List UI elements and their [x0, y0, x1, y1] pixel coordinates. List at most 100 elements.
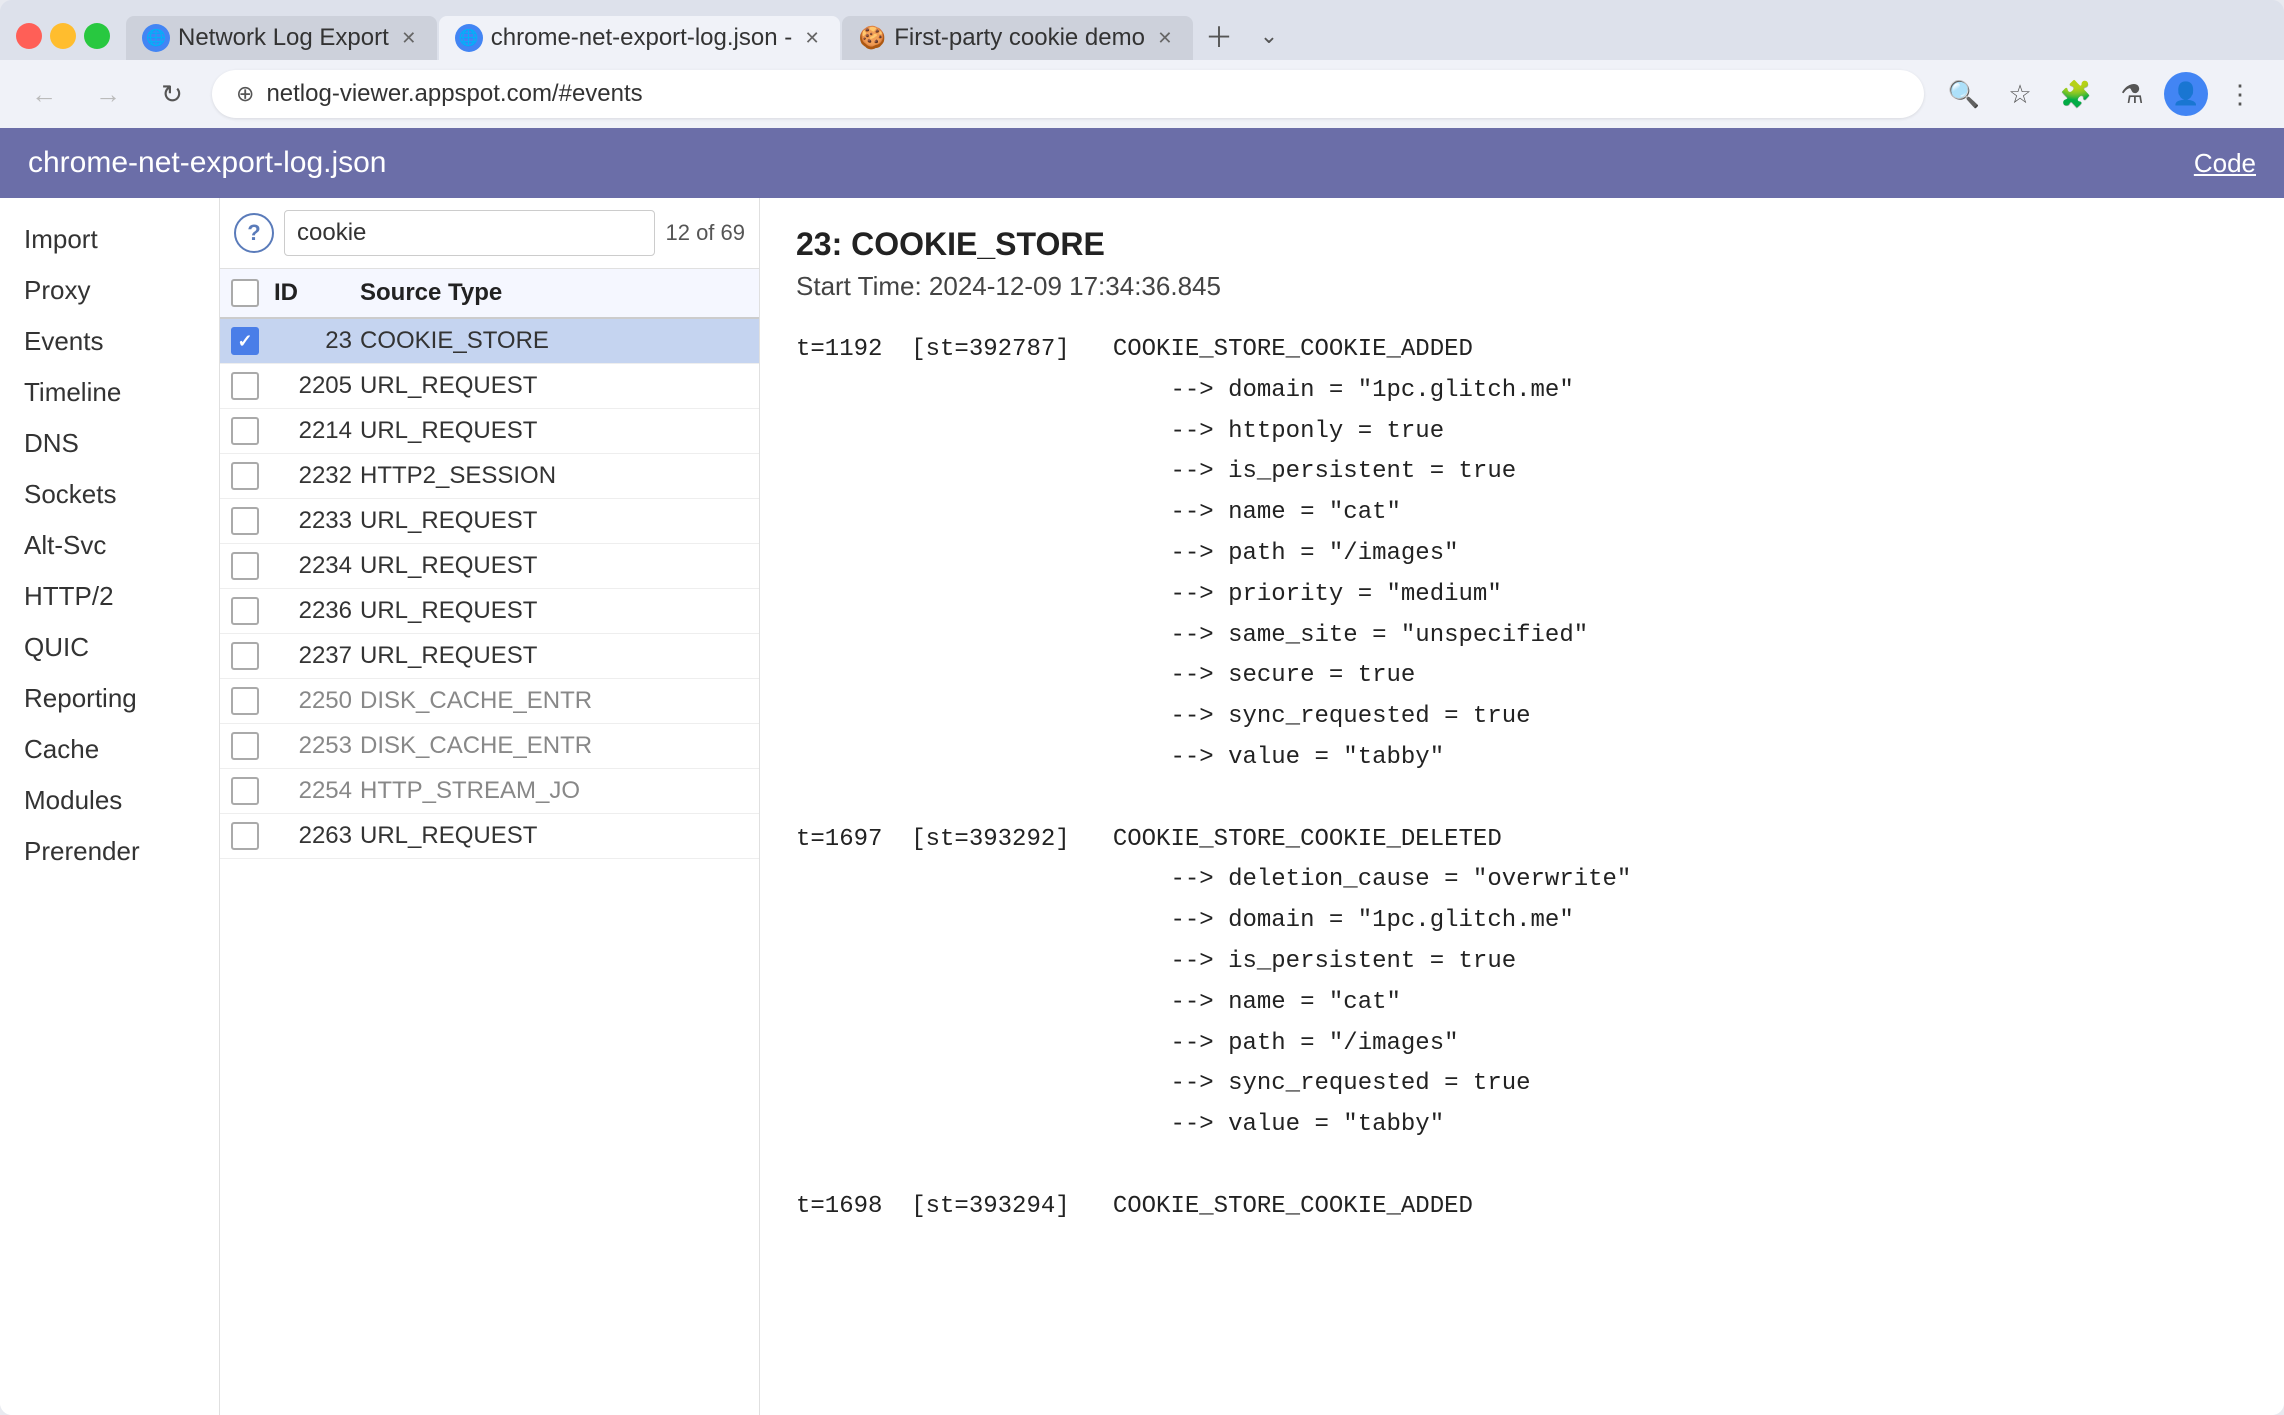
- search-icon[interactable]: 🔍: [1940, 70, 1988, 118]
- row4-check[interactable]: [220, 462, 270, 490]
- row9-checkbox[interactable]: [231, 687, 259, 715]
- select-all-checkbox[interactable]: [231, 279, 259, 307]
- tab3-close[interactable]: ✕: [1153, 26, 1177, 50]
- th-source-type: Source Type: [360, 279, 759, 307]
- close-button[interactable]: [16, 23, 42, 49]
- browser-window: 🌐 Network Log Export ✕ 🌐 chrome-net-expo…: [0, 0, 2284, 1415]
- row7-check[interactable]: [220, 597, 270, 625]
- sidebar-item-import[interactable]: Import: [0, 214, 219, 265]
- row10-checkbox[interactable]: [231, 732, 259, 760]
- row5-id: 2233: [270, 507, 360, 535]
- row6-checkbox[interactable]: [231, 552, 259, 580]
- row2-id: 2205: [270, 372, 360, 400]
- maximize-button[interactable]: [84, 23, 110, 49]
- row2-checkbox[interactable]: [231, 372, 259, 400]
- table-row[interactable]: 2253 DISK_CACHE_ENTR: [220, 724, 759, 769]
- sidebar: Import Proxy Events Timeline DNS Sockets…: [0, 198, 220, 1415]
- row8-check[interactable]: [220, 642, 270, 670]
- row10-source: DISK_CACHE_ENTR: [360, 732, 700, 760]
- traffic-lights: [16, 23, 110, 49]
- table-row[interactable]: 2236 URL_REQUEST: [220, 589, 759, 634]
- extension-icon[interactable]: 🧩: [2052, 70, 2100, 118]
- sidebar-item-prerender[interactable]: Prerender: [0, 826, 219, 877]
- bookmark-icon[interactable]: ☆: [1996, 70, 2044, 118]
- row3-check[interactable]: [220, 417, 270, 445]
- row11-check[interactable]: [220, 777, 270, 805]
- back-button[interactable]: ←: [20, 70, 68, 118]
- events-table: ID Source Type 23 COOKIE_STORE: [220, 269, 759, 1415]
- sidebar-item-quic[interactable]: QUIC: [0, 622, 219, 673]
- sidebar-item-modules[interactable]: Modules: [0, 775, 219, 826]
- tab3-favicon: 🍪: [858, 24, 886, 52]
- row9-check[interactable]: [220, 687, 270, 715]
- profile-avatar[interactable]: 👤: [2164, 72, 2208, 116]
- tab1-close[interactable]: ✕: [397, 26, 421, 50]
- row12-source: URL_REQUEST: [360, 822, 700, 850]
- sidebar-item-alt-svc[interactable]: Alt-Svc: [0, 520, 219, 571]
- sidebar-item-reporting[interactable]: Reporting: [0, 673, 219, 724]
- filter-row: ? 12 of 69: [220, 198, 759, 269]
- row12-checkbox[interactable]: [231, 822, 259, 850]
- new-tab-button[interactable]: ＋: [1195, 12, 1243, 60]
- row4-checkbox[interactable]: [231, 462, 259, 490]
- sidebar-item-cache[interactable]: Cache: [0, 724, 219, 775]
- row2-check[interactable]: [220, 372, 270, 400]
- code-link[interactable]: Code: [2194, 148, 2256, 179]
- sidebar-item-timeline[interactable]: Timeline: [0, 367, 219, 418]
- tabs-dropdown-button[interactable]: ⌄: [1245, 12, 1293, 60]
- reload-button[interactable]: ↻: [148, 70, 196, 118]
- row8-source: URL_REQUEST: [360, 642, 700, 670]
- row6-check[interactable]: [220, 552, 270, 580]
- row1-check[interactable]: [220, 327, 270, 355]
- table-row[interactable]: 23 COOKIE_STORE: [220, 319, 759, 364]
- filter-input[interactable]: [284, 210, 655, 256]
- row11-checkbox[interactable]: [231, 777, 259, 805]
- toolbar-icons: 🔍 ☆ 🧩 ⚗ 👤 ⋮: [1940, 70, 2264, 118]
- table-row[interactable]: 2205 URL_REQUEST: [220, 364, 759, 409]
- lab-icon[interactable]: ⚗: [2108, 70, 2156, 118]
- app-content: chrome-net-export-log.json Code Import P…: [0, 128, 2284, 1415]
- row3-checkbox[interactable]: [231, 417, 259, 445]
- tab-chrome-net-export[interactable]: 🌐 chrome-net-export-log.json - ✕: [439, 16, 840, 60]
- table-row[interactable]: 2254 HTTP_STREAM_JO: [220, 769, 759, 814]
- row5-checkbox[interactable]: [231, 507, 259, 535]
- tab-first-party-cookie[interactable]: 🍪 First-party cookie demo ✕: [842, 16, 1193, 60]
- table-row[interactable]: 2250 DISK_CACHE_ENTR: [220, 679, 759, 724]
- address-bar: ← → ↻ ⊕ netlog-viewer.appspot.com/#event…: [0, 60, 2284, 128]
- minimize-button[interactable]: [50, 23, 76, 49]
- sidebar-item-http2[interactable]: HTTP/2: [0, 571, 219, 622]
- table-row[interactable]: 2234 URL_REQUEST: [220, 544, 759, 589]
- sidebar-item-sockets[interactable]: Sockets: [0, 469, 219, 520]
- row10-check[interactable]: [220, 732, 270, 760]
- sidebar-item-proxy[interactable]: Proxy: [0, 265, 219, 316]
- row3-id: 2214: [270, 417, 360, 445]
- th-id: ID: [270, 279, 360, 307]
- table-row[interactable]: 2237 URL_REQUEST: [220, 634, 759, 679]
- address-bar-input[interactable]: ⊕ netlog-viewer.appspot.com/#events: [212, 70, 1924, 118]
- help-button[interactable]: ?: [234, 213, 274, 253]
- filter-count: 12 of 69: [665, 220, 745, 246]
- tab2-close[interactable]: ✕: [800, 26, 824, 50]
- row5-check[interactable]: [220, 507, 270, 535]
- tabs-bar: 🌐 Network Log Export ✕ 🌐 chrome-net-expo…: [126, 12, 2268, 60]
- sidebar-item-dns[interactable]: DNS: [0, 418, 219, 469]
- forward-button[interactable]: →: [84, 70, 132, 118]
- row7-checkbox[interactable]: [231, 597, 259, 625]
- row12-id: 2263: [270, 822, 360, 850]
- detail-log: t=1192 [st=392787] COOKIE_STORE_COOKIE_A…: [796, 330, 2248, 1228]
- table-row[interactable]: 2263 URL_REQUEST: [220, 814, 759, 859]
- tab-network-log-export[interactable]: 🌐 Network Log Export ✕: [126, 16, 437, 60]
- table-row[interactable]: 2233 URL_REQUEST: [220, 499, 759, 544]
- row11-source: HTTP_STREAM_JO: [360, 777, 700, 805]
- row1-checkbox[interactable]: [231, 327, 259, 355]
- title-bar: 🌐 Network Log Export ✕ 🌐 chrome-net-expo…: [0, 0, 2284, 60]
- tab2-favicon: 🌐: [455, 24, 483, 52]
- row12-check[interactable]: [220, 822, 270, 850]
- app-title: chrome-net-export-log.json: [28, 146, 387, 180]
- table-row[interactable]: 2232 HTTP2_SESSION: [220, 454, 759, 499]
- events-panel: ? 12 of 69 ID Source Type: [220, 198, 760, 1415]
- menu-icon[interactable]: ⋮: [2216, 70, 2264, 118]
- sidebar-item-events[interactable]: Events: [0, 316, 219, 367]
- row8-checkbox[interactable]: [231, 642, 259, 670]
- table-row[interactable]: 2214 URL_REQUEST: [220, 409, 759, 454]
